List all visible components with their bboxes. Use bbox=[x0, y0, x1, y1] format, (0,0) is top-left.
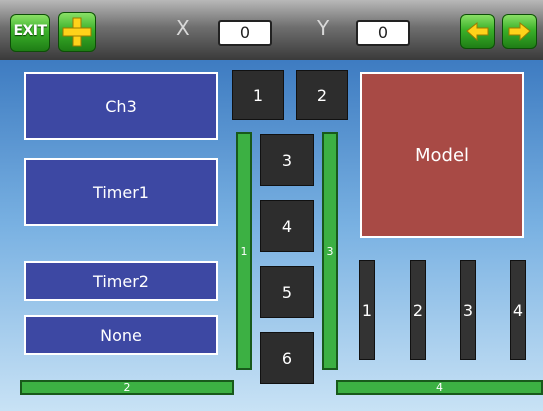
y-label: Y bbox=[317, 16, 330, 40]
x-value-field[interactable]: 0 bbox=[218, 20, 272, 46]
arrow-right-icon bbox=[508, 21, 531, 42]
numbered-box-2[interactable]: 2 bbox=[296, 70, 348, 120]
numbered-box-5[interactable]: 5 bbox=[260, 266, 314, 318]
plus-icon bbox=[62, 17, 92, 47]
green-horizontal-bar-2[interactable]: 2 bbox=[20, 380, 234, 395]
model-box[interactable]: Model bbox=[360, 72, 524, 238]
source-box-none[interactable]: None bbox=[24, 315, 218, 355]
dark-vertical-bar-4[interactable]: 4 bbox=[510, 260, 526, 360]
y-value-field[interactable]: 0 bbox=[356, 20, 410, 46]
dark-vertical-bar-3[interactable]: 3 bbox=[460, 260, 476, 360]
previous-button[interactable] bbox=[460, 14, 495, 49]
source-box-timer2[interactable]: Timer2 bbox=[24, 261, 218, 301]
numbered-box-6[interactable]: 6 bbox=[260, 332, 314, 384]
next-button[interactable] bbox=[502, 14, 537, 49]
x-label: X bbox=[176, 16, 190, 40]
exit-button-label: EXIT bbox=[13, 23, 47, 39]
numbered-box-3[interactable]: 3 bbox=[260, 134, 314, 186]
dark-vertical-bar-2[interactable]: 2 bbox=[410, 260, 426, 360]
green-vertical-bar-3[interactable]: 3 bbox=[322, 132, 338, 370]
exit-button[interactable]: EXIT bbox=[10, 14, 50, 52]
arrow-left-icon bbox=[466, 21, 489, 42]
source-box-ch3[interactable]: Ch3 bbox=[24, 72, 218, 140]
dark-vertical-bar-1[interactable]: 1 bbox=[359, 260, 375, 360]
numbered-box-1[interactable]: 1 bbox=[232, 70, 284, 120]
add-button[interactable] bbox=[58, 12, 96, 52]
green-vertical-bar-1[interactable]: 1 bbox=[236, 132, 252, 370]
numbered-box-4[interactable]: 4 bbox=[260, 200, 314, 252]
green-horizontal-bar-4[interactable]: 4 bbox=[336, 380, 543, 395]
source-box-timer1[interactable]: Timer1 bbox=[24, 158, 218, 226]
